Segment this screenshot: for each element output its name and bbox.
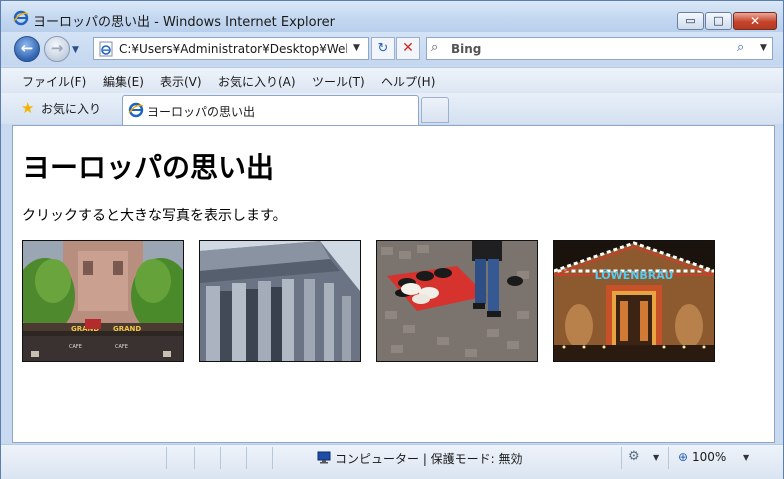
- back-arrow-icon: ←: [20, 39, 34, 57]
- status-divider: [621, 447, 622, 469]
- grand-sign-right: GRAND: [113, 325, 141, 333]
- page-description: クリックすると大きな写真を表示します。: [22, 208, 287, 224]
- ie-page-icon: [128, 102, 144, 118]
- close-icon: ✕: [749, 14, 761, 28]
- address-input[interactable]: C:¥Users¥Administrator¥Desktop¥Web¥: [119, 42, 347, 56]
- security-zone-label[interactable]: コンピューター | 保護モード: 無効: [335, 450, 523, 467]
- status-divider: [272, 447, 273, 469]
- addons-dropdown-icon[interactable]: ▼: [653, 453, 659, 462]
- search-provider-icon: ⌕: [431, 40, 439, 55]
- minimize-icon: ▭: [685, 14, 696, 27]
- status-divider: [668, 447, 669, 469]
- menu-bar: ファイル(F) 編集(E) 表示(V) お気に入り(A) ツール(T) ヘルプ(…: [1, 67, 783, 94]
- status-divider: [194, 447, 195, 469]
- menu-tools[interactable]: ツール(T): [312, 73, 365, 90]
- menu-file[interactable]: ファイル(F): [22, 73, 86, 90]
- page-content: ヨーロッパの思い出 クリックすると大きな写真を表示します。 GRAND GRAN…: [12, 125, 775, 443]
- grand-cafe-thumbnail[interactable]: GRAND GRAND CAFE CAFE: [22, 240, 184, 362]
- refresh-button[interactable]: ↻: [371, 37, 395, 60]
- search-icon[interactable]: ⌕: [737, 40, 744, 55]
- status-divider: [220, 447, 221, 469]
- menu-edit[interactable]: 編集(E): [103, 73, 144, 90]
- lowenbrau-sign: LÖWENBRÄU: [595, 268, 674, 282]
- menu-help[interactable]: ヘルプ(H): [381, 73, 435, 90]
- page-icon: [99, 41, 113, 57]
- maximize-button[interactable]: □: [705, 12, 732, 30]
- close-button[interactable]: ✕: [733, 12, 777, 30]
- status-divider: [246, 447, 247, 469]
- forward-arrow-icon: →: [50, 39, 64, 57]
- recent-pages-dropdown[interactable]: ▼: [72, 45, 79, 55]
- maximize-icon: □: [713, 14, 724, 27]
- refresh-icon: ↻: [377, 41, 389, 56]
- status-divider: [166, 447, 167, 469]
- zoom-dropdown-icon[interactable]: ▼: [743, 453, 749, 462]
- hat-vendor-cobblestone-photo: [377, 241, 537, 361]
- tab-label: ヨーロッパの思い出: [147, 105, 256, 119]
- hat-vendor-thumbnail[interactable]: [376, 240, 538, 362]
- forward-button[interactable]: →: [44, 36, 70, 62]
- stop-button[interactable]: ✕: [396, 37, 420, 60]
- favorites-star-icon[interactable]: ★: [21, 99, 34, 117]
- address-bar[interactable]: C:¥Users¥Administrator¥Desktop¥Web¥ ▼: [93, 37, 369, 60]
- lowenbrau-thumbnail[interactable]: LÖWENBRÄU: [553, 240, 715, 362]
- addons-icon[interactable]: ⚙: [628, 449, 640, 464]
- favorites-button[interactable]: お気に入り: [41, 100, 101, 117]
- pantheon-thumbnail[interactable]: [199, 240, 361, 362]
- menu-favorites[interactable]: お気に入り(A): [218, 73, 296, 90]
- address-dropdown-icon[interactable]: ▼: [353, 43, 360, 53]
- pantheon-columns-photo: [200, 241, 360, 361]
- cafe-sign-left: CAFE: [69, 344, 82, 350]
- zoom-icon[interactable]: ⊕: [678, 450, 688, 464]
- new-tab-button[interactable]: [421, 97, 449, 123]
- tab-current[interactable]: ヨーロッパの思い出: [122, 95, 419, 125]
- search-box[interactable]: ⌕ Bing ⌕ ▼: [426, 37, 773, 60]
- menu-view[interactable]: 表示(V): [160, 73, 202, 90]
- cafe-sign-right: CAFE: [115, 344, 128, 350]
- back-button[interactable]: ←: [14, 36, 40, 62]
- ie-logo-icon: [13, 10, 29, 26]
- title-bar: ヨーロッパの思い出 - Windows Internet Explorer ▭ …: [1, 1, 783, 32]
- window-title: ヨーロッパの思い出 - Windows Internet Explorer: [33, 15, 335, 30]
- minimize-button[interactable]: ▭: [677, 12, 704, 30]
- grand-cafe-photo: GRAND GRAND CAFE CAFE: [23, 241, 183, 361]
- search-options-dropdown-icon[interactable]: ▼: [760, 43, 767, 53]
- computer-zone-icon: [317, 451, 331, 464]
- lowenbrau-tent-photo: LÖWENBRÄU: [554, 241, 714, 361]
- ie-window: ヨーロッパの思い出 - Windows Internet Explorer ▭ …: [0, 0, 784, 479]
- stop-icon: ✕: [402, 40, 414, 56]
- page-heading: ヨーロッパの思い出: [22, 151, 275, 184]
- search-input[interactable]: Bing: [451, 42, 481, 56]
- zoom-level[interactable]: 100%: [692, 450, 726, 464]
